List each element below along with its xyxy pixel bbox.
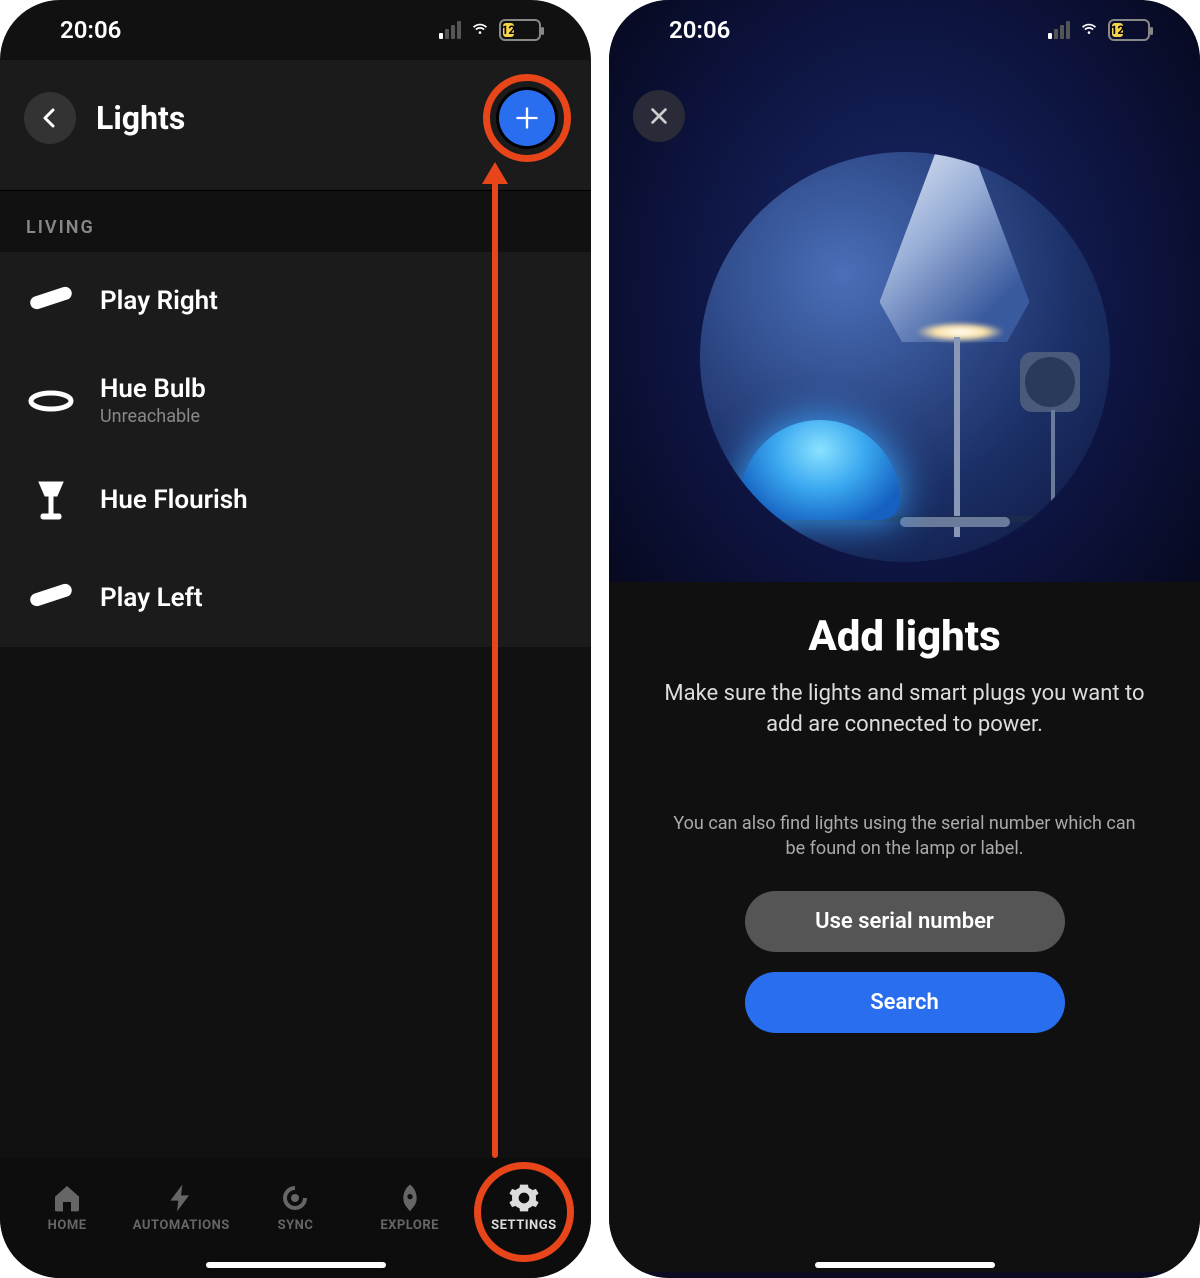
gear-icon [508,1182,540,1214]
light-name: Hue Flourish [100,485,248,515]
cable-graphic [1015,410,1055,550]
tab-label: SETTINGS [491,1218,557,1233]
tab-settings[interactable]: SETTINGS [474,1182,574,1233]
add-button-wrap [487,78,567,158]
status-right-icons: 12 [439,19,541,41]
home-indicator[interactable] [815,1262,995,1268]
back-button[interactable] [24,92,76,144]
use-serial-button[interactable]: Use serial number [745,891,1065,952]
tab-label: AUTOMATIONS [133,1218,230,1233]
screen-lights-list: 20:06 12 Lights LIVING [0,0,591,1278]
status-time: 20:06 [60,16,121,44]
light-item-play-left[interactable]: Play Left [0,549,591,647]
battery-level: 12 [1112,23,1123,37]
search-button[interactable]: Search [745,972,1065,1033]
light-name: Play Left [100,583,203,613]
add-lights-header [609,60,1200,152]
light-name: Hue Bulb [100,374,206,404]
cell-signal-icon [439,21,461,39]
bolt-icon [165,1182,197,1214]
status-time: 20:06 [669,16,730,44]
play-bar-icon [26,573,76,623]
table-lamp-icon [26,475,76,525]
light-item-hue-flourish[interactable]: Hue Flourish [0,451,591,549]
hero-illustration [700,152,1110,562]
page-title: Lights [96,99,467,137]
serial-hint-text: You can also find lights using the seria… [645,811,1164,861]
lights-header: Lights [0,60,591,191]
battery-level: 12 [503,23,514,37]
tab-sync[interactable]: SYNC [245,1182,345,1233]
section-label-living: LIVING [0,191,591,252]
tab-bar: HOME AUTOMATIONS SYNC EXPLORE SETTINGS [0,1158,591,1278]
add-button[interactable] [499,90,555,146]
screen-add-lights: 20:06 12 [609,0,1200,1278]
home-indicator[interactable] [206,1262,386,1268]
home-icon [51,1182,83,1214]
wifi-icon [1078,19,1100,41]
lamp-stem-graphic [954,337,960,537]
lamp-base-graphic [900,517,1010,527]
battery-icon: 12 [1108,19,1150,41]
wifi-icon [469,19,491,41]
light-name: Play Right [100,286,218,316]
tab-label: HOME [48,1218,87,1233]
plus-icon [513,104,541,132]
hero-illustration-wrap [609,152,1200,582]
light-status: Unreachable [100,406,206,427]
rocket-icon [394,1182,426,1214]
tab-automations[interactable]: AUTOMATIONS [131,1182,231,1233]
battery-icon: 12 [499,19,541,41]
sync-icon [279,1182,311,1214]
tab-home[interactable]: HOME [17,1182,117,1233]
tab-label: SYNC [278,1218,314,1233]
add-lights-subtitle: Make sure the lights and smart plugs you… [645,679,1164,741]
status-bar: 20:06 12 [0,0,591,60]
lamp-glow-graphic [915,322,1005,342]
light-item-hue-bulb[interactable]: Hue Bulb Unreachable [0,350,591,451]
status-right-icons: 12 [1048,19,1150,41]
smart-plug-inner-graphic [1025,357,1075,407]
close-button[interactable] [633,90,685,142]
ring-icon [26,376,76,426]
tab-explore[interactable]: EXPLORE [360,1182,460,1233]
add-lights-title: Add lights [645,612,1164,661]
status-bar: 20:06 12 [609,0,1200,60]
lamp-shade-graphic [880,152,1030,342]
hue-go-graphic [740,420,900,520]
add-lights-content: Add lights Make sure the lights and smar… [609,582,1200,1272]
close-icon [648,105,670,127]
cell-signal-icon [1048,21,1070,39]
light-item-play-right[interactable]: Play Right [0,252,591,350]
tab-label: EXPLORE [380,1218,439,1233]
light-list: Play Right Hue Bulb Unreachable Hue Flou… [0,252,591,647]
play-bar-icon [26,276,76,326]
